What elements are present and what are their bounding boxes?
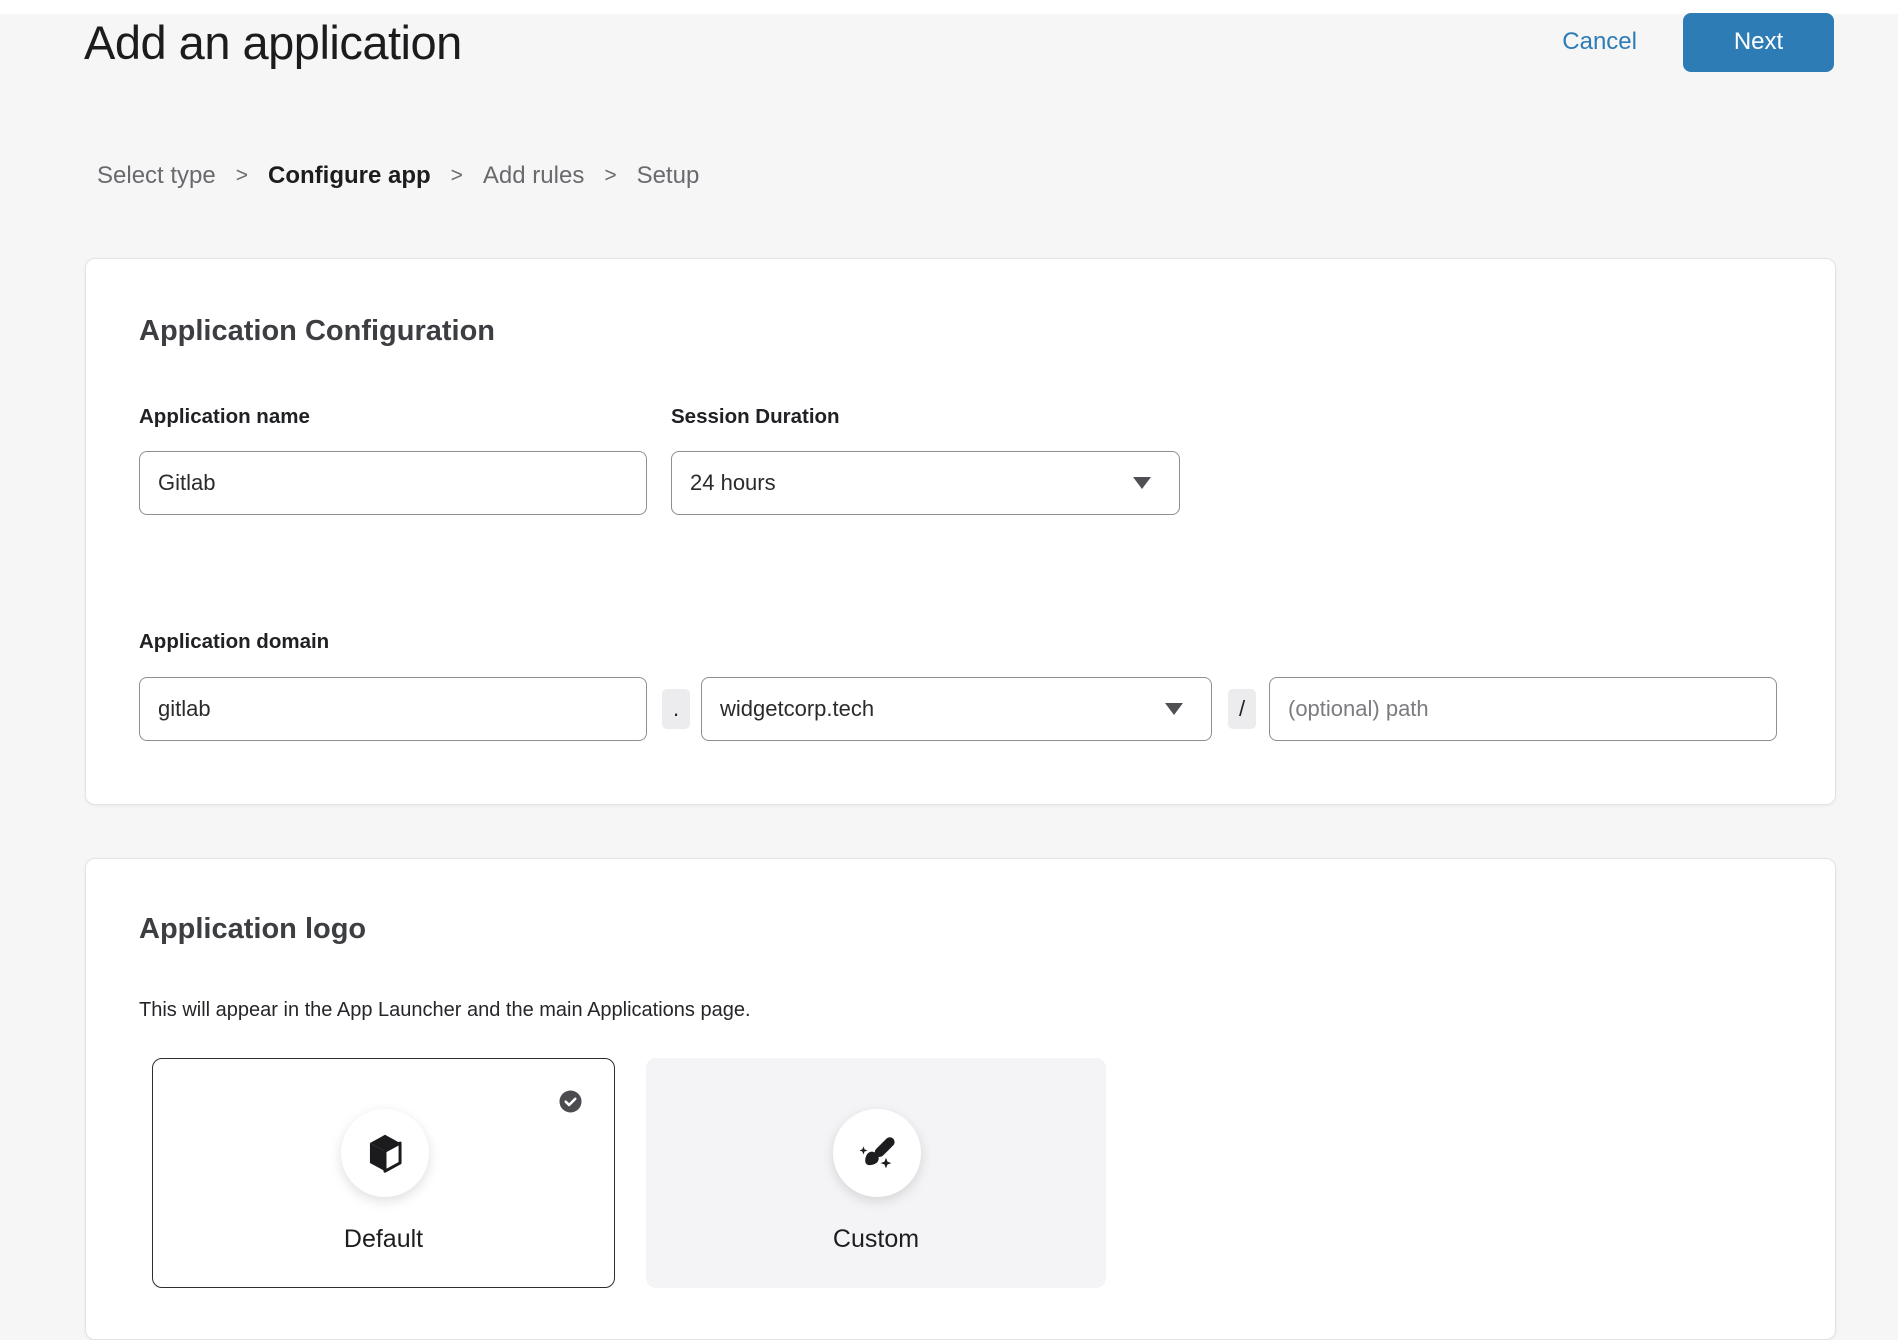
cube-icon [364, 1132, 406, 1174]
default-logo-circle [341, 1109, 429, 1197]
application-name-label: Application name [139, 405, 310, 429]
application-configuration-card: Application Configuration Application na… [85, 258, 1836, 805]
domain-tld-select[interactable]: widgetcorp.tech [701, 677, 1212, 741]
breadcrumb-separator: > [604, 164, 616, 188]
breadcrumb-step-add-rules[interactable]: Add rules [483, 162, 584, 190]
subdomain-input[interactable] [139, 677, 647, 741]
domain-tld-value: widgetcorp.tech [720, 696, 874, 722]
breadcrumb-step-configure-app[interactable]: Configure app [268, 162, 431, 190]
breadcrumb-separator: > [236, 164, 248, 188]
breadcrumb-step-setup[interactable]: Setup [637, 162, 700, 190]
logo-option-default-label: Default [153, 1225, 614, 1254]
session-duration-select[interactable]: 24 hours [671, 451, 1180, 515]
breadcrumb-separator: > [451, 164, 463, 188]
session-duration-label: Session Duration [671, 405, 840, 429]
breadcrumb: Select type > Configure app > Add rules … [97, 162, 699, 190]
page-title: Add an application [84, 15, 462, 70]
chevron-down-icon [1133, 477, 1151, 489]
breadcrumb-step-select-type[interactable]: Select type [97, 162, 216, 190]
logo-option-custom-label: Custom [647, 1225, 1105, 1254]
header-actions: Cancel Next [1562, 13, 1834, 72]
application-name-input[interactable] [139, 451, 647, 515]
logo-option-default[interactable]: Default [152, 1058, 615, 1288]
domain-slash-separator: / [1228, 689, 1256, 729]
chevron-down-icon [1165, 703, 1183, 715]
application-domain-label: Application domain [139, 630, 329, 654]
session-duration-value: 24 hours [690, 470, 776, 496]
next-button[interactable]: Next [1683, 13, 1834, 72]
cancel-button[interactable]: Cancel [1562, 28, 1637, 56]
check-icon [559, 1090, 582, 1113]
domain-dot-separator: . [662, 689, 690, 729]
application-logo-card: Application logo This will appear in the… [85, 858, 1836, 1340]
logo-option-custom[interactable]: Custom [646, 1058, 1106, 1288]
config-card-heading: Application Configuration [139, 315, 495, 348]
page-header: Add an application Cancel Next [84, 10, 1834, 74]
logo-card-description: This will appear in the App Launcher and… [139, 999, 751, 1022]
custom-logo-circle [833, 1109, 921, 1197]
paintbrush-icon [855, 1131, 899, 1175]
path-input[interactable] [1269, 677, 1777, 741]
logo-card-heading: Application logo [139, 913, 366, 946]
